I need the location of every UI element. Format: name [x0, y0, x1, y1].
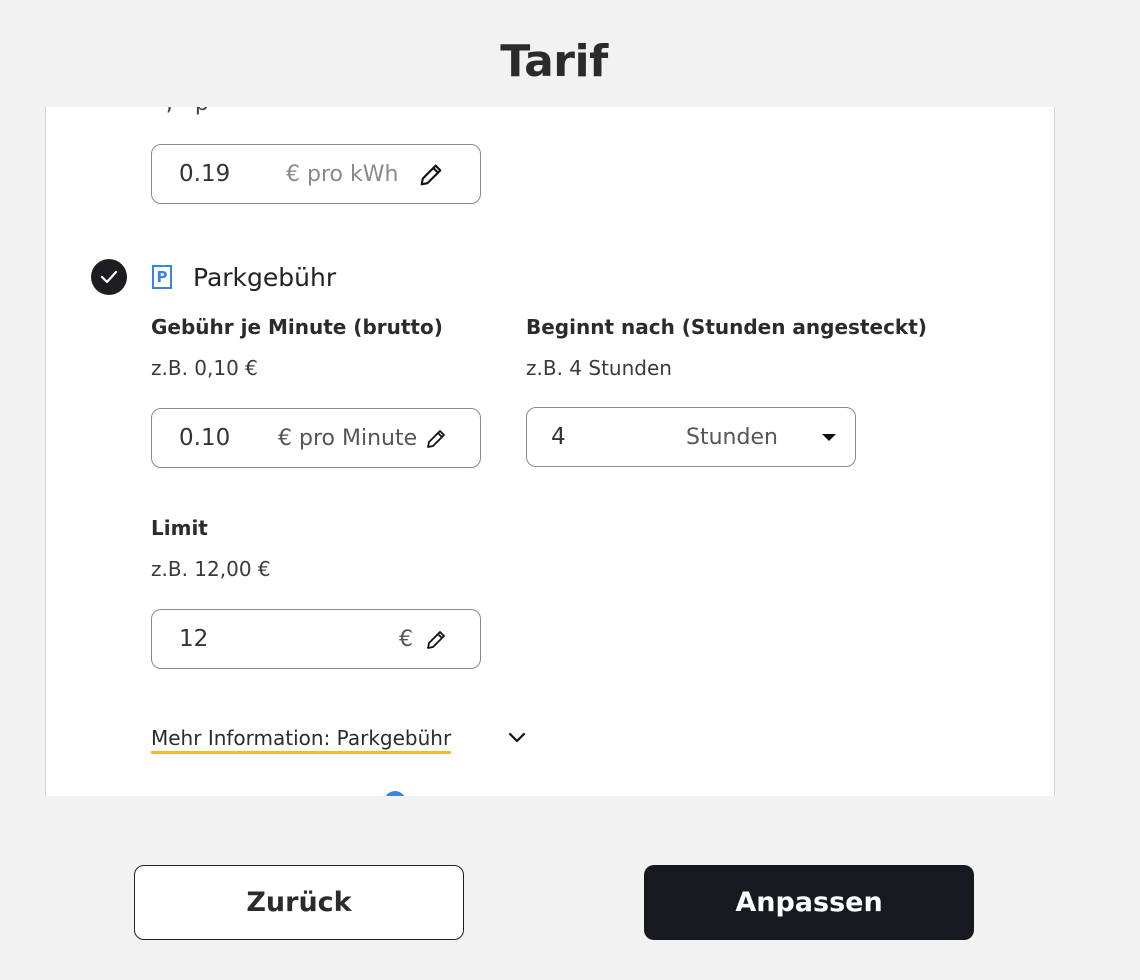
- clipped-label: - , - p: [151, 107, 209, 116]
- start-hours-select[interactable]: 4 Stunden: [526, 407, 856, 467]
- pencil-icon[interactable]: [424, 628, 448, 652]
- parking-icon: P: [152, 265, 172, 289]
- fee-hint: z.B. 0,10 €: [151, 356, 258, 380]
- energy-price-value[interactable]: 0.19: [179, 161, 230, 187]
- fee-value[interactable]: 0.10: [179, 425, 230, 451]
- limit-value[interactable]: 12: [179, 626, 208, 652]
- start-hours-value: 4: [551, 424, 566, 450]
- fee-per-minute-field[interactable]: 0.10 € pro Minute: [151, 408, 481, 468]
- info-icon: [384, 791, 406, 796]
- pencil-icon[interactable]: [424, 427, 448, 451]
- fee-label: Gebühr je Minute (brutto): [151, 315, 443, 339]
- apply-button[interactable]: Anpassen: [644, 865, 974, 940]
- more-info-link[interactable]: Mehr Information: Parkgebühr: [151, 726, 452, 754]
- parking-checked-toggle[interactable]: [91, 259, 127, 295]
- limit-unit: €: [399, 627, 413, 652]
- back-button[interactable]: Zurück: [134, 865, 464, 940]
- start-hours-unit: Stunden: [686, 425, 778, 450]
- parking-section-title: Parkgebühr: [193, 263, 337, 292]
- limit-field[interactable]: 12 €: [151, 609, 481, 669]
- chevron-down-icon[interactable]: [506, 727, 528, 749]
- check-icon: [100, 270, 118, 284]
- energy-price-unit: € pro kWh: [286, 162, 399, 187]
- energy-price-field[interactable]: 0.19 € pro kWh: [151, 144, 481, 204]
- fee-unit: € pro Minute: [278, 426, 418, 451]
- limit-label: Limit: [151, 516, 208, 540]
- tariff-panel: - , - p 0.19 € pro kWh P Parkgebühr Gebü…: [45, 107, 1055, 796]
- pencil-icon[interactable]: [417, 161, 445, 189]
- dropdown-caret-icon[interactable]: [822, 434, 836, 441]
- limit-hint: z.B. 12,00 €: [151, 557, 271, 581]
- start-hint: z.B. 4 Stunden: [526, 356, 672, 380]
- page-title: Tarif: [500, 36, 608, 87]
- start-label: Beginnt nach (Stunden angesteckt): [526, 315, 927, 339]
